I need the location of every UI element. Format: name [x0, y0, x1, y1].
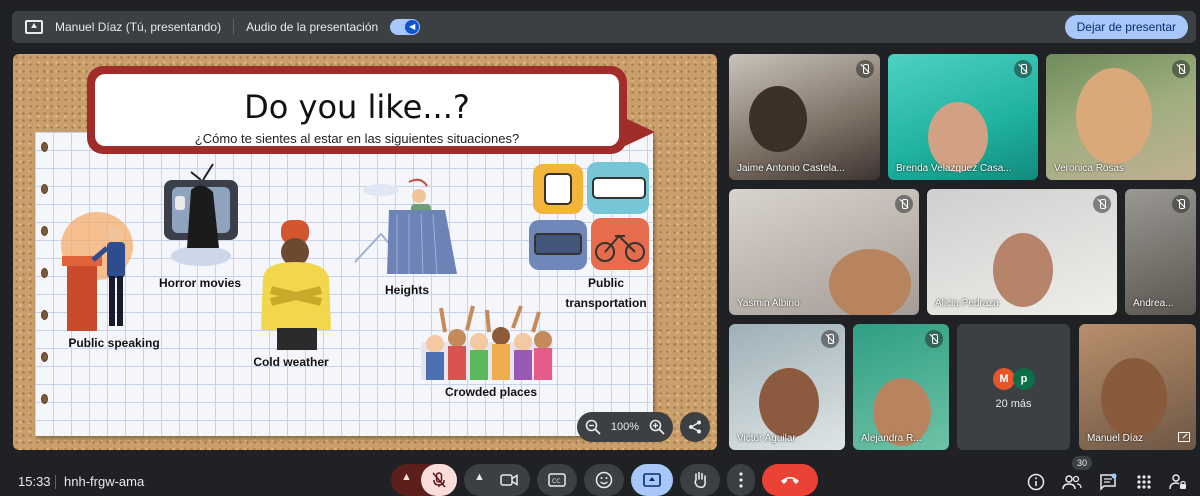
presentation-slide: Do you like...? ¿Cómo te sientes al esta… — [13, 54, 717, 450]
people-button[interactable] — [1060, 470, 1084, 494]
captions-button[interactable]: CC — [537, 464, 577, 496]
participant-name: Alejandra R... — [861, 433, 922, 444]
speaker-icon: ◀ — [405, 20, 420, 34]
public-speaking-illustration — [61, 212, 133, 331]
participant-tile[interactable]: Brenda Velazquez Casa... — [888, 54, 1038, 180]
mic-off-icon — [1014, 60, 1032, 78]
slide-subtitle: ¿Cómo te sientes al estar en las siguien… — [194, 131, 520, 146]
label-heights: Heights — [384, 283, 429, 297]
label-public-transportation-line2: transportation — [565, 296, 647, 310]
more-options-button[interactable] — [727, 464, 755, 496]
lock-person-icon — [1169, 474, 1186, 490]
label-public-speaking: Public speaking — [68, 336, 160, 350]
paper-holes — [41, 142, 49, 432]
label-cold-weather: Cold weather — [253, 355, 329, 369]
mic-off-icon — [1172, 60, 1190, 78]
participant-name: Manuel Díaz — [1087, 433, 1144, 444]
share-button[interactable] — [680, 412, 710, 442]
cold-weather-illustration — [261, 220, 331, 350]
stop-presenting-button[interactable]: Dejar de presentar — [1064, 15, 1188, 39]
presentation-audio-toggle[interactable]: ◀ — [390, 19, 421, 35]
presentation-audio-label: Audio de la presentación — [246, 20, 379, 34]
closed-captions-icon: CC — [548, 473, 566, 487]
heights-illustration — [354, 178, 457, 275]
avatar: M — [993, 368, 1015, 390]
pin-screen-icon[interactable] — [1178, 432, 1190, 442]
slide-title: Do you like...? — [244, 88, 470, 126]
participant-tile[interactable]: Yasmin Albino — [729, 189, 919, 315]
divider — [233, 19, 235, 35]
meeting-code: hnh-frgw-ama — [64, 474, 145, 489]
leave-call-button[interactable] — [762, 464, 818, 496]
present-now-button[interactable] — [631, 464, 673, 496]
participant-tile[interactable]: Alicia Pedraza — [927, 189, 1117, 315]
camera-options-chevron-icon[interactable]: ▲ — [474, 471, 485, 483]
mic-off-icon — [925, 330, 943, 348]
participant-name: Yasmin Albino — [737, 298, 800, 309]
info-icon — [1027, 473, 1045, 491]
zoom-controls: 100% — [577, 412, 673, 442]
participant-tile[interactable]: Alejandra R... — [853, 324, 949, 450]
svg-text:CC: CC — [552, 478, 560, 485]
crowded-places-illustration — [421, 305, 553, 380]
participant-tile[interactable]: Jaime Antonio Castela... — [729, 54, 880, 180]
mic-off-icon — [895, 195, 913, 213]
more-vert-icon — [739, 472, 743, 488]
presenter-name: Manuel Díaz (Tú, presentando) — [55, 20, 222, 34]
mic-control-group: ▲ — [391, 464, 457, 496]
meeting-controls-bar: 15:33 hnh-frgw-ama ▲ ▲ CC — [0, 458, 1200, 496]
participant-name: Jaime Antonio Castela... — [737, 163, 845, 174]
reactions-button[interactable] — [584, 464, 624, 496]
mic-toggle-button[interactable] — [421, 464, 457, 496]
mic-off-icon — [1093, 195, 1111, 213]
avatar: p — [1013, 368, 1035, 390]
chat-icon — [1100, 473, 1117, 491]
participant-tile[interactable]: Veronica Rosas — [1046, 54, 1196, 180]
presentation-banner: Manuel Díaz (Tú, presentando) Audio de l… — [12, 11, 1196, 43]
mic-options-chevron-icon[interactable]: ▲ — [401, 471, 412, 483]
people-icon — [1062, 475, 1082, 490]
participant-name: Andrea... — [1133, 298, 1174, 309]
title-speech-bubble: Do you like...? ¿Cómo te sientes al esta… — [87, 66, 655, 154]
participant-tile[interactable]: Victor Aguilar — [729, 324, 845, 450]
label-horror-movies: Horror movies — [158, 276, 242, 290]
emoji-icon — [595, 471, 613, 489]
participant-name: Victor Aguilar — [737, 433, 796, 444]
mic-off-icon — [821, 330, 839, 348]
camera-icon[interactable] — [500, 473, 518, 487]
label-public-transportation-line1: Public — [587, 276, 624, 290]
participant-tile-self[interactable]: Manuel Díaz — [1079, 324, 1196, 450]
divider — [55, 475, 56, 489]
label-crowded-places: Crowded places — [444, 385, 538, 399]
more-participants-tile[interactable]: M p 20 más — [957, 324, 1070, 450]
mic-off-icon — [856, 60, 874, 78]
end-call-icon — [781, 477, 799, 484]
activities-button[interactable] — [1132, 470, 1156, 494]
zoom-out-icon[interactable] — [585, 419, 601, 435]
participant-name: Veronica Rosas — [1054, 163, 1125, 174]
zoom-in-icon[interactable] — [649, 419, 665, 435]
participant-tile[interactable]: Andrea... — [1125, 189, 1196, 315]
zoom-level: 100% — [610, 421, 640, 433]
present-screen-icon — [643, 473, 661, 487]
raise-hand-button[interactable] — [680, 464, 720, 496]
chat-button[interactable] — [1096, 470, 1120, 494]
share-icon — [689, 420, 701, 434]
mic-off-icon — [1172, 195, 1190, 213]
host-controls-button[interactable] — [1166, 470, 1190, 494]
public-transportation-illustration — [529, 162, 649, 270]
hand-icon — [694, 471, 707, 489]
camera-control-group: ▲ — [464, 464, 530, 496]
apps-grid-icon — [1137, 475, 1151, 489]
horror-movies-illustration — [164, 163, 238, 266]
present-screen-icon — [25, 20, 43, 34]
mic-off-icon — [432, 472, 446, 488]
participant-name: Alicia Pedraza — [935, 298, 999, 309]
more-participants-label: 20 más — [995, 398, 1032, 410]
participant-name: Brenda Velazquez Casa... — [896, 163, 1012, 174]
participant-count-badge: 30 — [1072, 456, 1092, 470]
meeting-details-button[interactable] — [1024, 470, 1048, 494]
clock: 15:33 — [18, 474, 51, 489]
